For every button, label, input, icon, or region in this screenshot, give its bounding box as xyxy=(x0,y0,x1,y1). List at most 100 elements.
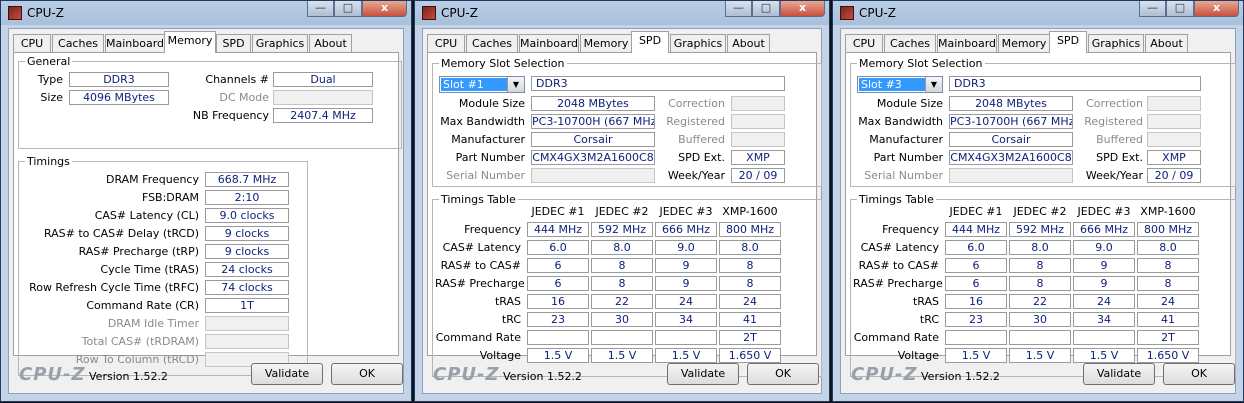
memory-slot-selection-legend: Memory Slot Selection xyxy=(857,57,985,70)
validate-button[interactable]: Validate xyxy=(251,363,323,385)
tab-spd[interactable]: SPD xyxy=(631,31,669,53)
version-label: Version 1.52.2 xyxy=(89,370,168,383)
close-button[interactable]: x xyxy=(780,1,825,17)
cpuz-logo: CPU-Z xyxy=(433,364,500,385)
buffered-label: Buffered xyxy=(678,133,725,146)
memory-type-value: DDR3 xyxy=(531,76,785,91)
row-label: RAS# Precharge xyxy=(435,277,525,290)
slot-dropdown[interactable]: Slot #3 ▼ xyxy=(857,76,943,93)
col-header: JEDEC #3 xyxy=(1077,205,1131,218)
slot-dropdown-value: Slot #3 xyxy=(859,78,925,91)
tab-about[interactable]: About xyxy=(309,34,352,52)
cell: 8 xyxy=(591,258,653,273)
manufacturer-label: Manufacturer xyxy=(869,133,943,146)
cell xyxy=(945,330,1007,345)
window-client: CPU Caches Mainboard Memory SPD Graphics… xyxy=(8,28,404,394)
row-label: RAS# to CAS# xyxy=(858,259,939,272)
minimize-button[interactable]: — xyxy=(1139,1,1166,17)
module-size-value: 2048 MBytes xyxy=(531,96,655,111)
validate-button[interactable]: Validate xyxy=(667,363,739,385)
cell xyxy=(527,330,589,345)
tab-caches[interactable]: Caches xyxy=(466,34,518,52)
cell: 6 xyxy=(945,258,1007,273)
close-button[interactable]: x xyxy=(1194,1,1239,17)
channels-label: Channels # xyxy=(205,73,269,86)
cell: 592 MHz xyxy=(591,222,653,237)
registered-label: Registered xyxy=(666,115,725,128)
correction-value xyxy=(1147,96,1201,111)
tab-graphics[interactable]: Graphics xyxy=(252,34,308,52)
cell xyxy=(1009,330,1071,345)
tab-memory[interactable]: Memory xyxy=(164,31,216,53)
ok-button[interactable]: OK xyxy=(1163,363,1235,385)
tab-memory[interactable]: Memory xyxy=(580,34,632,52)
memory-slot-selection-legend: Memory Slot Selection xyxy=(439,57,567,70)
row-label: CAS# Latency xyxy=(442,241,521,254)
tab-caches[interactable]: Caches xyxy=(52,34,104,52)
row-label: RAS# Precharge xyxy=(853,277,943,290)
timing-value xyxy=(205,316,289,331)
title-bar[interactable]: CPU-Z — □ x xyxy=(1,1,411,25)
tab-mainboard[interactable]: Mainboard xyxy=(937,34,997,52)
week-year-value: 20 / 09 xyxy=(731,168,785,183)
cell: 592 MHz xyxy=(1009,222,1071,237)
nb-frequency-label: NB Frequency xyxy=(192,109,269,122)
tab-cpu[interactable]: CPU xyxy=(13,34,51,52)
serial-number-label: Serial Number xyxy=(446,169,525,182)
close-button[interactable]: x xyxy=(362,1,407,17)
cell: 9.0 xyxy=(1073,240,1135,255)
minimize-button[interactable]: — xyxy=(725,1,752,17)
cell: 8.0 xyxy=(1137,240,1199,255)
tab-spd[interactable]: SPD xyxy=(216,34,251,52)
cell: 9 xyxy=(655,258,717,273)
cell xyxy=(1073,330,1135,345)
chevron-down-icon[interactable]: ▼ xyxy=(925,77,942,92)
cell: 8 xyxy=(1137,258,1199,273)
maximize-button[interactable]: □ xyxy=(752,1,780,17)
timings-table-legend: Timings Table xyxy=(439,193,518,206)
tab-cpu[interactable]: CPU xyxy=(427,34,465,52)
dc-mode-label: DC Mode xyxy=(219,91,269,104)
timing-value: 1T xyxy=(205,298,289,313)
tab-about[interactable]: About xyxy=(727,34,770,52)
timing-label: Cycle Time (tRAS) xyxy=(100,263,199,276)
validate-button[interactable]: Validate xyxy=(1083,363,1155,385)
timing-label: RAS# to CAS# Delay (tRCD) xyxy=(43,227,199,240)
type-label: Type xyxy=(37,73,63,86)
spd-ext-label: SPD Ext. xyxy=(678,151,725,164)
tab-graphics[interactable]: Graphics xyxy=(1088,34,1144,52)
tab-about[interactable]: About xyxy=(1145,34,1188,52)
cell: 41 xyxy=(1137,312,1199,327)
tab-mainboard[interactable]: Mainboard xyxy=(519,34,579,52)
cell: 16 xyxy=(945,294,1007,309)
maximize-button[interactable]: □ xyxy=(1166,1,1194,17)
manufacturer-value: Corsair xyxy=(949,132,1073,147)
registered-value xyxy=(1147,114,1201,129)
title-bar[interactable]: CPU-Z — □ x xyxy=(833,1,1243,25)
part-number-value: CMX4GX3M2A1600C8 xyxy=(531,150,655,165)
cell: 8.0 xyxy=(591,240,653,255)
version-label: Version 1.52.2 xyxy=(921,370,1000,383)
col-header: JEDEC #3 xyxy=(659,205,713,218)
ok-button[interactable]: OK xyxy=(747,363,819,385)
tab-memory[interactable]: Memory xyxy=(998,34,1050,52)
cell: 6.0 xyxy=(945,240,1007,255)
maximize-button[interactable]: □ xyxy=(334,1,362,17)
chevron-down-icon[interactable]: ▼ xyxy=(507,77,524,92)
minimize-button[interactable]: — xyxy=(307,1,334,17)
tab-spd[interactable]: SPD xyxy=(1049,31,1087,53)
registered-value xyxy=(731,114,785,129)
cell: 8.0 xyxy=(719,240,781,255)
ok-button[interactable]: OK xyxy=(331,363,403,385)
row-label: tRC xyxy=(501,313,521,326)
slot-dropdown[interactable]: Slot #1 ▼ xyxy=(439,76,525,93)
tab-graphics[interactable]: Graphics xyxy=(670,34,726,52)
footer: CPU-Z Version 1.52.2 Validate OK xyxy=(427,360,819,390)
timing-value: 9.0 clocks xyxy=(205,208,289,223)
tab-mainboard[interactable]: Mainboard xyxy=(105,34,165,52)
timings-table-group: Timings Table JEDEC #1 JEDEC #2 JEDEC #3… xyxy=(432,193,822,377)
cell: 6 xyxy=(527,258,589,273)
tab-caches[interactable]: Caches xyxy=(884,34,936,52)
tab-cpu[interactable]: CPU xyxy=(845,34,883,52)
title-bar[interactable]: CPU-Z — □ x xyxy=(415,1,829,25)
